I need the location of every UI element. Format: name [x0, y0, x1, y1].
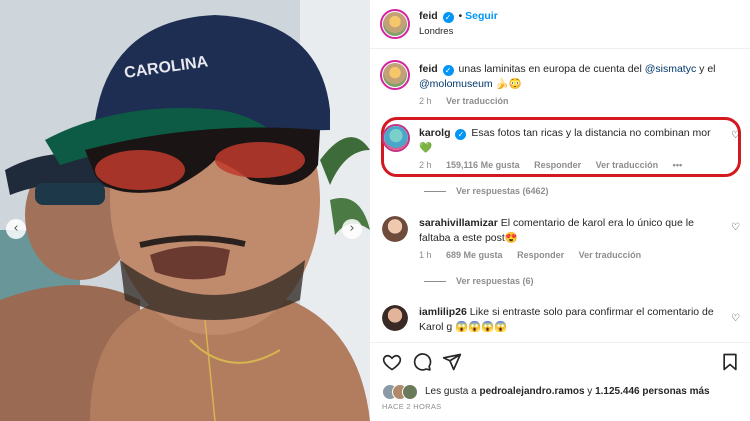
view-replies-label: Ver respuestas (6)	[456, 276, 534, 286]
verified-badge-icon: ✓	[455, 129, 467, 140]
author-avatar[interactable]	[380, 9, 410, 39]
replies-dash	[424, 281, 446, 283]
photo-illustration: CAROLINA	[0, 0, 370, 421]
reply-button[interactable]: Responder	[517, 250, 564, 260]
post-timestamp[interactable]: HACE 2 HORAS	[382, 402, 441, 411]
comment-username[interactable]: iamlilip26	[419, 306, 467, 318]
post-location[interactable]: Londres	[419, 26, 453, 37]
author-username[interactable]: feid	[419, 10, 438, 22]
post-photo[interactable]: CAROLINA ‹ ›	[0, 0, 370, 421]
comment-like-heart-icon[interactable]: ♡	[731, 130, 740, 141]
liker-avatars[interactable]	[382, 384, 426, 400]
likes-count[interactable]: 1.125.446 personas más	[595, 386, 710, 397]
comment-karolg: karolg ✓ Esas fotos tan ricas y la dista…	[419, 126, 719, 156]
actions-divider	[370, 342, 750, 343]
likes-middle: y	[584, 386, 596, 397]
separator-dot: •	[458, 10, 463, 22]
carousel-next-button[interactable]: ›	[342, 219, 362, 239]
mention-sismatyc[interactable]: @sismatyc	[645, 63, 697, 75]
comment-time[interactable]: 1 h	[419, 250, 432, 260]
comment-likes[interactable]: 159,116 Me gusta	[446, 160, 520, 170]
caption-body-1: unas laminitas en europa de cuenta del	[458, 63, 645, 75]
comment-time[interactable]: 2 h	[419, 160, 432, 170]
verified-badge-icon: ✓	[442, 12, 454, 23]
caption-meta: 2 h Ver traducción	[419, 96, 509, 106]
post-header: feid ✓ • Seguir	[419, 9, 498, 24]
more-options-icon[interactable]: •••	[673, 160, 682, 170]
view-replies-label: Ver respuestas (6462)	[456, 186, 549, 196]
comment-like-heart-icon[interactable]: ♡	[731, 313, 740, 324]
heart-icon[interactable]	[382, 352, 402, 372]
translate-link[interactable]: Ver traducción	[579, 250, 642, 260]
caption-text: feid ✓ unas laminitas en europa de cuent…	[419, 62, 734, 92]
send-icon[interactable]	[442, 352, 462, 372]
comment-like-heart-icon[interactable]: ♡	[731, 222, 740, 233]
header-divider	[370, 48, 750, 49]
mention-molomuseum[interactable]: @molomuseum	[419, 78, 493, 90]
comment-avatar-karolg[interactable]	[382, 124, 410, 152]
view-replies-sarahivillamizar[interactable]: Ver respuestas (6)	[424, 276, 534, 286]
caption-emojis: 🍌😳	[495, 78, 522, 90]
comment-username[interactable]: sarahivillamizar	[419, 217, 498, 229]
comment-avatar-iamlilip26[interactable]	[382, 305, 408, 331]
likes-summary: Les gusta a pedroalejandro.ramos y 1.125…	[425, 386, 710, 397]
comment-likes[interactable]: 689 Me gusta	[446, 250, 503, 260]
comment-iamlilip26: iamlilip26 Like si entraste solo para co…	[419, 305, 719, 335]
comment-meta: 1 h 689 Me gusta Responder Ver traducció…	[419, 250, 641, 260]
comment-sarahivillamizar: sarahivillamizar El comentario de karol …	[419, 216, 719, 246]
verified-badge-icon: ✓	[442, 65, 454, 76]
translate-link[interactable]: Ver traducción	[596, 160, 659, 170]
reply-button[interactable]: Responder	[534, 160, 581, 170]
post-panel: feid ✓ • Seguir Londres feid ✓ unas lami…	[370, 0, 750, 421]
caption-body-2: y el	[696, 63, 716, 75]
caption-time[interactable]: 2 h	[419, 96, 432, 106]
comment-meta: 2 h 159,116 Me gusta Responder Ver tradu…	[419, 160, 682, 170]
caption-avatar[interactable]	[380, 60, 410, 90]
likes-prefix: Les gusta a	[425, 386, 480, 397]
caption-translate-link[interactable]: Ver traducción	[446, 96, 509, 106]
bookmark-icon[interactable]	[720, 352, 740, 372]
replies-dash	[424, 191, 446, 193]
view-replies-karolg[interactable]: Ver respuestas (6462)	[424, 186, 549, 196]
caption-username[interactable]: feid	[419, 63, 438, 75]
carousel-prev-button[interactable]: ‹	[6, 219, 26, 239]
comment-username[interactable]: karolg	[419, 127, 451, 139]
follow-button[interactable]: Seguir	[465, 10, 498, 22]
comment-avatar-sarahivillamizar[interactable]	[382, 216, 408, 242]
liker-username[interactable]: pedroalejandro.ramos	[479, 386, 584, 397]
comment-icon[interactable]	[412, 352, 432, 372]
